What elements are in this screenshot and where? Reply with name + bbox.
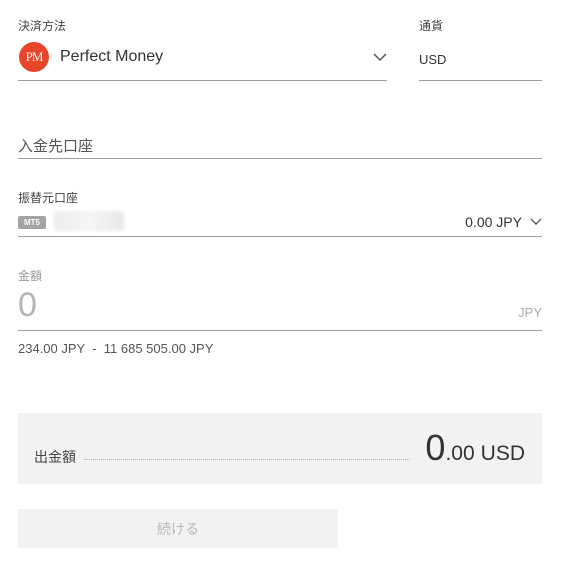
currency-label: 通貨 — [419, 19, 444, 33]
withdrawal-amount: 0.00 USD — [425, 427, 525, 469]
currency-value: USD — [419, 52, 447, 67]
perfect-money-logo-icon: PM — [19, 42, 49, 72]
account-number-redacted — [54, 211, 124, 231]
withdrawal-amount-label: 出金額 — [34, 449, 76, 465]
withdrawal-amount-integer: 0 — [425, 427, 446, 468]
source-account-balance: 0.00 JPY — [465, 214, 522, 230]
mt5-badge: MT5 — [18, 216, 46, 229]
payment-method-label: 決済方法 — [18, 19, 67, 33]
withdrawal-currency: USD — [480, 442, 525, 465]
amount-label: 金額 — [18, 269, 43, 283]
withdrawal-summary: 出金額 0.00 USD — [18, 413, 542, 484]
amount-input[interactable]: 0 JPY — [18, 283, 542, 331]
amount-range-hint: 234.00 JPY - 11 685 505.00 JPY — [18, 341, 214, 356]
payment-method-value: Perfect Money — [60, 48, 164, 65]
chevron-down-icon[interactable] — [373, 52, 387, 62]
source-account-select[interactable]: MT5 0.00 JPY — [18, 208, 542, 237]
deposit-account-select[interactable]: 入金先口座 — [18, 128, 542, 159]
amount-value: 0 — [18, 286, 37, 324]
currency-field[interactable]: USD — [419, 38, 542, 81]
chevron-down-icon[interactable] — [530, 218, 542, 226]
payment-method-select[interactable]: PM Perfect Money — [18, 38, 387, 81]
source-account-label: 振替元口座 — [18, 191, 79, 205]
deposit-account-placeholder: 入金先口座 — [18, 138, 94, 155]
continue-button[interactable]: 続ける — [18, 509, 338, 548]
dotted-leader — [84, 459, 410, 460]
withdrawal-amount-decimal: .00 — [445, 442, 475, 465]
amount-unit: JPY — [518, 305, 542, 320]
